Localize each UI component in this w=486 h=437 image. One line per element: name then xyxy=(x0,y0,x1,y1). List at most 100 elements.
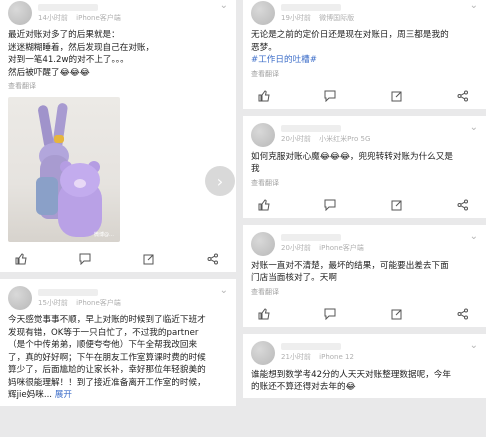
post-actions xyxy=(8,246,228,268)
avatar[interactable] xyxy=(251,1,275,25)
post-time: 15小时前 xyxy=(38,298,68,307)
translate-link[interactable]: 查看翻译 xyxy=(251,178,478,188)
share-icon[interactable] xyxy=(456,198,470,212)
comment-icon[interactable] xyxy=(323,89,337,103)
post-meta-line: 19小时前 微博国际版 xyxy=(281,13,354,23)
chevron-down-icon[interactable]: ⌄ xyxy=(220,0,228,11)
avatar[interactable] xyxy=(8,1,32,25)
repost-icon[interactable] xyxy=(390,198,404,212)
post-actions xyxy=(251,83,478,105)
username-blurred[interactable] xyxy=(281,234,341,241)
right-feed-column: 19小时前 微博国际版 ⌄ 无论是之前的定价日还是现在对账日，周三都是我的 恶梦… xyxy=(243,0,486,437)
post-line: 恶梦。 xyxy=(251,42,277,53)
comment-icon[interactable] xyxy=(323,198,337,212)
repost-icon[interactable] xyxy=(390,89,404,103)
chevron-down-icon[interactable]: ⌄ xyxy=(470,0,478,11)
post-text: 无论是之前的定价日还是现在对账日，周三都是我的 恶梦。 #工作日的吐槽# xyxy=(251,29,478,67)
like-icon[interactable] xyxy=(257,198,271,212)
post-meta: 21小时前 iPhone 12 xyxy=(281,343,354,362)
post-card: 15小时前 iPhone客户端 ⌄ 今天感觉事事不顺，早上对账的时候到了临近下班… xyxy=(0,279,236,406)
post-text: 今天感觉事事不顺，早上对账的时候到了临近下班才 发现有错，OK等于一只白忙了，不… xyxy=(8,314,228,402)
chevron-down-icon[interactable]: ⌄ xyxy=(470,340,478,351)
chevron-down-icon[interactable]: ⌄ xyxy=(220,285,228,296)
post-line: 辉jie妈咪... 展开 xyxy=(8,389,228,402)
post-meta: 14小时前 iPhone客户端 xyxy=(38,3,121,23)
share-icon[interactable] xyxy=(456,89,470,103)
post-photo[interactable]: 微博@… xyxy=(8,97,120,242)
photo-watermark: 微博@… xyxy=(93,232,114,238)
like-icon[interactable] xyxy=(257,307,271,321)
post-meta: 20小时前 iPhone客户端 xyxy=(281,234,364,253)
avatar[interactable] xyxy=(8,286,32,310)
post-text: 如何克服对账心魔😂😂😂，兜兜转转对账为什么又是 我 xyxy=(251,151,478,176)
post-actions xyxy=(251,301,478,323)
post-text: 最近对账对多了的后果就是： 迷迷糊糊睡着，然后发现自己在对账， 对到一笔41.2… xyxy=(8,29,228,79)
avatar[interactable] xyxy=(251,122,275,147)
post-meta: 19小时前 微博国际版 xyxy=(281,3,354,23)
photo-shape xyxy=(36,177,58,215)
username-blurred[interactable] xyxy=(281,3,341,11)
avatar[interactable] xyxy=(251,340,275,365)
post-source: iPhone 12 xyxy=(319,353,354,361)
post-line: 我 xyxy=(251,164,260,174)
comment-icon[interactable] xyxy=(323,307,337,321)
username-blurred[interactable] xyxy=(38,288,98,296)
post-line: 然后被吓醒了😂😂😂 xyxy=(8,67,90,78)
post-source: 小米红米Pro 5G xyxy=(319,135,371,143)
comment-icon[interactable] xyxy=(78,252,92,266)
share-icon[interactable] xyxy=(206,252,220,266)
post-time: 19小时前 xyxy=(281,13,311,22)
post-line: 妈咪很能理解！！到了接近准备离开工作室的时候， xyxy=(8,377,206,388)
photo-shape xyxy=(74,179,86,188)
chevron-down-icon[interactable]: ⌄ xyxy=(470,122,478,133)
post-line: 发现有错，OK等于一只白忙了，不过我的partner xyxy=(8,327,199,338)
post-header: 21小时前 iPhone 12 xyxy=(251,340,478,366)
post-line: （是个中传弟弟，顺便夸夸他）下午全帮我改回来 xyxy=(8,340,198,350)
post-source: 微博国际版 xyxy=(319,13,355,22)
post-meta-line: 20小时前 小米红米Pro 5G xyxy=(281,134,370,144)
repost-icon[interactable] xyxy=(390,307,404,321)
translate-link[interactable]: 查看翻译 xyxy=(8,81,228,91)
post-line: 了，真的好好啊；下午在朋友工作室算课时费的时候 xyxy=(8,352,206,363)
post-actions xyxy=(251,192,478,214)
post-line: 对账一直对不清楚，最坏的结果，可能要出差去下面 xyxy=(251,260,449,271)
left-feed-column: 14小时前 iPhone客户端 ⌄ 最近对账对多了的后果就是： 迷迷糊糊睡着，然… xyxy=(0,0,236,437)
post-line: 门店当面核对了。天啊 xyxy=(251,273,337,283)
expand-link[interactable]: 展开 xyxy=(55,390,72,400)
post-source: iPhone客户端 xyxy=(319,244,364,252)
username-blurred[interactable] xyxy=(281,343,341,350)
post-time: 14小时前 xyxy=(38,13,68,22)
post-meta-line: 20小时前 iPhone客户端 xyxy=(281,243,364,253)
post-text: 谁能想到数学考42分的人天天对账整理数据呢，今年 的账还不算还得对去年的😂 xyxy=(251,369,478,394)
post-source: iPhone客户端 xyxy=(76,13,121,22)
post-time: 20小时前 xyxy=(281,135,311,143)
translate-link[interactable]: 查看翻译 xyxy=(251,287,478,297)
share-icon[interactable] xyxy=(456,307,470,321)
post-card: 20小时前 iPhone客户端 ⌄ 对账一直对不清楚，最坏的结果，可能要出差去下… xyxy=(243,224,486,327)
avatar[interactable] xyxy=(251,231,275,256)
username-blurred[interactable] xyxy=(281,125,341,132)
post-last-line: 辉jie妈咪... xyxy=(8,390,53,400)
post-line: 无论是之前的定价日还是现在对账日，周三都是我的 xyxy=(251,30,449,40)
post-time: 21小时前 xyxy=(281,353,311,361)
username-blurred[interactable] xyxy=(38,3,98,11)
post-card: 14小时前 iPhone客户端 ⌄ 最近对账对多了的后果就是： 迷迷糊糊睡着，然… xyxy=(0,0,236,272)
translate-link[interactable]: 查看翻译 xyxy=(251,69,478,79)
repost-icon[interactable] xyxy=(142,252,156,266)
chevron-right-icon[interactable]: › xyxy=(205,166,235,196)
post-meta-line: 15小时前 iPhone客户端 xyxy=(38,298,121,308)
topic-tag[interactable]: #工作日的吐槽# xyxy=(251,54,478,67)
post-text: 对账一直对不清楚，最坏的结果，可能要出差去下面 门店当面核对了。天啊 xyxy=(251,260,478,285)
post-line: 迷迷糊糊睡着，然后发现自己在对账， xyxy=(8,42,155,53)
post-line: 对到一笔41.2w的对不上了。。。 xyxy=(8,55,129,65)
post-line: 今天感觉事事不顺，早上对账的时候到了临近下班才 xyxy=(8,315,206,325)
post-line: 谁能想到数学考42分的人天天对账整理数据呢，今年 xyxy=(251,369,451,380)
post-header: 20小时前 小米红米Pro 5G xyxy=(251,122,478,148)
like-icon[interactable] xyxy=(257,89,271,103)
post-line: 的账还不算还得对去年的😂 xyxy=(251,382,356,392)
post-header: 20小时前 iPhone客户端 xyxy=(251,231,478,257)
chevron-down-icon[interactable]: ⌄ xyxy=(470,231,478,242)
post-time: 20小时前 xyxy=(281,244,311,252)
like-icon[interactable] xyxy=(14,252,28,266)
post-card: 21小时前 iPhone 12 ⌄ 谁能想到数学考42分的人天天对账整理数据呢，… xyxy=(243,333,486,398)
